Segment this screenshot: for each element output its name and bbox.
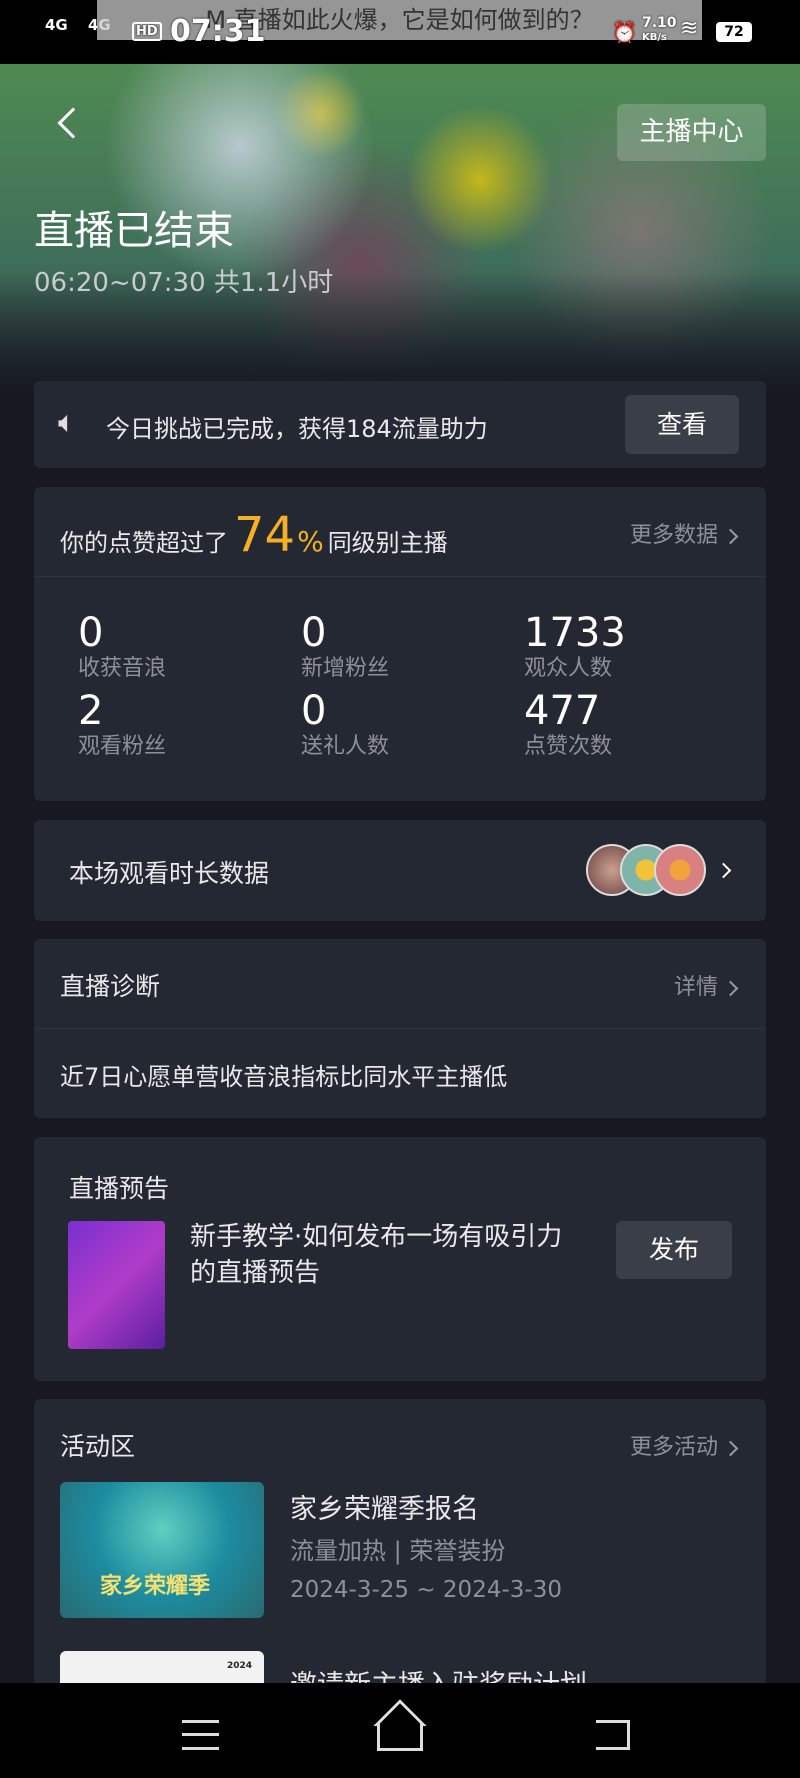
challenge-text: 今日挑战已完成，获得184流量助力 bbox=[106, 415, 488, 443]
net-speed: 7.10 bbox=[642, 15, 677, 31]
activity-banner[interactable]: 家乡荣耀季 bbox=[60, 1482, 264, 1618]
preview-thumbnail[interactable] bbox=[68, 1221, 165, 1349]
likes-suffix: 同级别主播 bbox=[327, 529, 448, 557]
back-icon[interactable] bbox=[596, 1720, 630, 1750]
net-speed-unit: KB/s bbox=[642, 32, 667, 43]
activity-title: 活动区 bbox=[60, 1432, 136, 1461]
diagnosis-card: 直播诊断 详情 近7日心愿单营收音浪指标比同水平主播低 bbox=[34, 939, 766, 1118]
menu-icon[interactable] bbox=[182, 1720, 219, 1750]
diagnosis-title: 直播诊断 bbox=[60, 972, 161, 1001]
stat-value: 0 bbox=[301, 610, 327, 656]
stat-label: 观看粉丝 bbox=[78, 734, 167, 759]
speaker-icon: 🔈︎ bbox=[58, 405, 76, 440]
signal-1: 4G bbox=[45, 16, 68, 34]
chevron-right-icon bbox=[722, 1440, 739, 1457]
page-title: 直播已结束 bbox=[34, 208, 234, 254]
divider bbox=[34, 1028, 766, 1029]
watch-duration-title: 本场观看时长数据 bbox=[69, 859, 270, 888]
chevron-right-icon bbox=[722, 980, 739, 997]
stat-item: 0 新增粉丝 bbox=[301, 611, 389, 683]
activity-item-tags: 流量加热 | 荣誉装扮 bbox=[290, 1537, 506, 1565]
divider bbox=[34, 576, 766, 577]
chevron-right-icon bbox=[715, 862, 732, 879]
likes-card: 你的点赞超过了 74 % 同级别主播 更多数据 0 收获音浪 0 新增粉丝 1733… bbox=[34, 487, 766, 801]
challenge-card: 🔈︎ 今日挑战已完成，获得184流量助力 查看 bbox=[34, 381, 766, 468]
stat-item: 477 点赞次数 bbox=[524, 689, 612, 761]
likes-percent: 74 bbox=[234, 507, 296, 563]
detail-label: 详情 bbox=[673, 975, 718, 1000]
clock: 07:31 bbox=[170, 14, 266, 49]
more-activities-label: 更多活动 bbox=[629, 1435, 718, 1460]
likes-percent-sign: % bbox=[297, 525, 324, 558]
stat-value: 0 bbox=[301, 688, 327, 734]
preview-item-title[interactable]: 新手教学·如何发布一场有吸引力的直播预告 bbox=[190, 1219, 570, 1291]
stat-value: 2 bbox=[78, 688, 104, 734]
live-time-range: 06:20~07:30 共1.1小时 bbox=[34, 268, 334, 298]
stat-item: 0 收获音浪 bbox=[78, 611, 166, 683]
activity-item-date: 2024-3-25 ~ 2024-3-30 bbox=[290, 1577, 562, 1603]
more-data-link[interactable]: 更多数据 bbox=[629, 517, 739, 549]
anchor-center-button[interactable]: 主播中心 bbox=[617, 104, 766, 161]
stat-value: 1733 bbox=[524, 610, 626, 656]
view-button[interactable]: 查看 bbox=[625, 395, 739, 454]
preview-card: 直播预告 新手教学·如何发布一场有吸引力的直播预告 发布 bbox=[34, 1137, 766, 1381]
diagnosis-detail-link[interactable]: 详情 bbox=[673, 969, 739, 1001]
hd-badge: HD bbox=[132, 22, 162, 41]
avatar bbox=[654, 844, 706, 896]
stat-label: 观众人数 bbox=[524, 656, 613, 681]
stat-label: 点赞次数 bbox=[524, 734, 613, 759]
stat-label: 新增粉丝 bbox=[301, 656, 390, 681]
stat-item: 1733 观众人数 bbox=[524, 611, 626, 683]
stat-item: 2 观看粉丝 bbox=[78, 689, 166, 761]
chevron-right-icon bbox=[722, 528, 739, 545]
alarm-icon: ⏰ bbox=[612, 20, 637, 44]
banner-text: 2024 bbox=[226, 1661, 252, 1671]
stat-label: 送礼人数 bbox=[301, 734, 390, 759]
stat-value: 0 bbox=[78, 610, 104, 656]
stat-label: 收获音浪 bbox=[78, 656, 167, 681]
activity-item-title[interactable]: 家乡荣耀季报名 bbox=[290, 1487, 479, 1526]
home-icon[interactable] bbox=[377, 1723, 423, 1751]
wifi-icon: ≋ bbox=[680, 16, 699, 41]
more-activities-link[interactable]: 更多活动 bbox=[629, 1429, 739, 1461]
navigation-bar bbox=[0, 1683, 800, 1778]
stat-item: 0 送礼人数 bbox=[301, 689, 389, 761]
stat-value: 477 bbox=[524, 688, 601, 734]
preview-title: 直播预告 bbox=[69, 1174, 170, 1203]
diagnosis-text: 近7日心愿单营收音浪指标比同水平主播低 bbox=[60, 1063, 508, 1091]
publish-button[interactable]: 发布 bbox=[616, 1221, 732, 1279]
more-data-label: 更多数据 bbox=[629, 523, 718, 548]
likes-prefix: 你的点赞超过了 bbox=[60, 529, 228, 557]
banner-text: 家乡荣耀季 bbox=[100, 1574, 211, 1599]
watch-duration-card[interactable]: 本场观看时长数据 bbox=[34, 820, 766, 921]
battery-icon: 72 bbox=[716, 22, 752, 42]
